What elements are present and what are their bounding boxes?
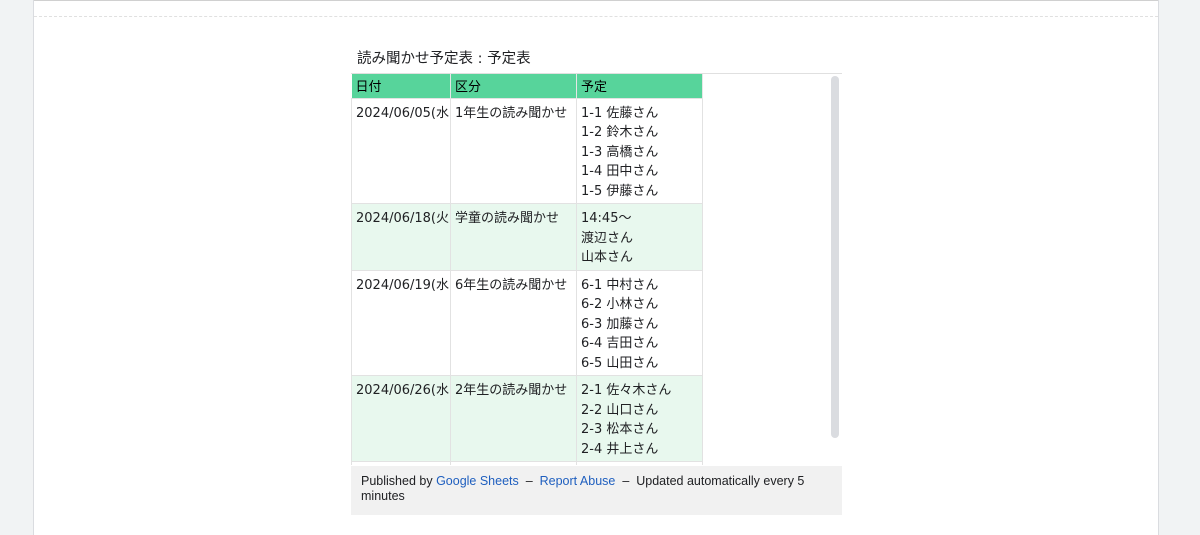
header-category: 区分: [450, 74, 577, 98]
schedule-line: 2-4 井上さん: [581, 441, 659, 457]
schedule-line: 1-3 高橋さん: [581, 144, 659, 160]
header-date: 日付: [351, 74, 451, 98]
separator: –: [622, 474, 630, 488]
schedule-line: 14:45～: [581, 211, 632, 226]
schedule-line: 2-1 佐々木さん: [581, 383, 672, 398]
schedule-line: 6-3 加藤さん: [581, 316, 659, 332]
cell-schedule: 6-1 中村さん 6-2 小林さん 6-3 加藤さん 6-4 吉田さん 6-5 …: [576, 269, 703, 376]
schedule-table: 日付 区分 予定 2024/06/05(水) 1年生の読み聞かせ 1-1 佐藤さ…: [351, 74, 703, 465]
table-row: 2024/06/19(水) 6年生の読み聞かせ 6-1 中村さん 6-2 小林さ…: [351, 269, 703, 376]
cell-date: 2024/06/19(水): [351, 269, 451, 376]
cell-category: 1年生の読み聞かせ: [450, 97, 577, 204]
cell-date: 2024/06/05(水): [351, 97, 451, 204]
schedule-line: 1-2 鈴木さん: [581, 125, 659, 140]
schedule-line: 2-2 山口さん: [581, 402, 659, 418]
schedule-line: 渡辺さん: [581, 230, 634, 246]
empty-cell: [450, 461, 577, 465]
cell-category: 6年生の読み聞かせ: [450, 269, 577, 376]
cell-category: 学童の読み聞かせ: [450, 203, 577, 271]
empty-cell: [351, 461, 451, 465]
sheet-title: 読み聞かせ予定表 : 予定表: [357, 51, 531, 67]
schedule-line: 1-5 伊藤さん: [581, 183, 659, 199]
header-row: 日付 区分 予定: [351, 74, 703, 98]
publish-footer: Published by Google Sheets – Report Abus…: [351, 466, 842, 515]
table-row: 2024/06/26(水) 2年生の読み聞かせ 2-1 佐々木さん 2-2 山口…: [351, 375, 703, 462]
schedule-line: 山本さん: [581, 250, 634, 265]
cell-category: 2年生の読み聞かせ: [450, 375, 577, 462]
table-row: 2024/06/18(火) 学童の読み聞かせ 14:45～ 渡辺さん 山本さん: [351, 203, 703, 271]
cell-date: 2024/06/26(水): [351, 375, 451, 462]
schedule-line: 1-4 田中さん: [581, 164, 659, 179]
google-sheets-link[interactable]: Google Sheets: [436, 474, 519, 488]
report-abuse-link[interactable]: Report Abuse: [540, 474, 616, 488]
table-row: 2024/06/05(水) 1年生の読み聞かせ 1-1 佐藤さん 1-2 鈴木さ…: [351, 97, 703, 204]
header-schedule: 予定: [576, 74, 703, 98]
top-border: [34, 0, 1158, 1]
cell-schedule: 14:45～ 渡辺さん 山本さん: [576, 203, 703, 271]
cell-schedule: 2-1 佐々木さん 2-2 山口さん 2-3 松本さん 2-4 井上さん: [576, 375, 703, 462]
schedule-line: 6-2 小林さん: [581, 297, 659, 312]
sheet-viewport[interactable]: 日付 区分 予定 2024/06/05(水) 1年生の読み聞かせ 1-1 佐藤さ…: [351, 74, 831, 465]
empty-row: [351, 461, 703, 465]
top-divider: [34, 16, 1158, 17]
schedule-line: 2-3 松本さん: [581, 422, 659, 437]
schedule-line: 6-4 吉田さん: [581, 336, 659, 351]
vertical-scrollbar[interactable]: [831, 76, 839, 438]
empty-cell: [576, 461, 703, 465]
schedule-line: 6-1 中村さん: [581, 277, 659, 293]
schedule-line: 6-5 山田さん: [581, 355, 659, 371]
published-by-text: Published by: [361, 474, 433, 488]
separator: –: [525, 474, 533, 488]
schedule-line: 1-1 佐藤さん: [581, 105, 659, 121]
cell-schedule: 1-1 佐藤さん 1-2 鈴木さん 1-3 高橋さん 1-4 田中さん 1-5 …: [576, 97, 703, 204]
cell-date: 2024/06/18(火): [351, 203, 451, 271]
